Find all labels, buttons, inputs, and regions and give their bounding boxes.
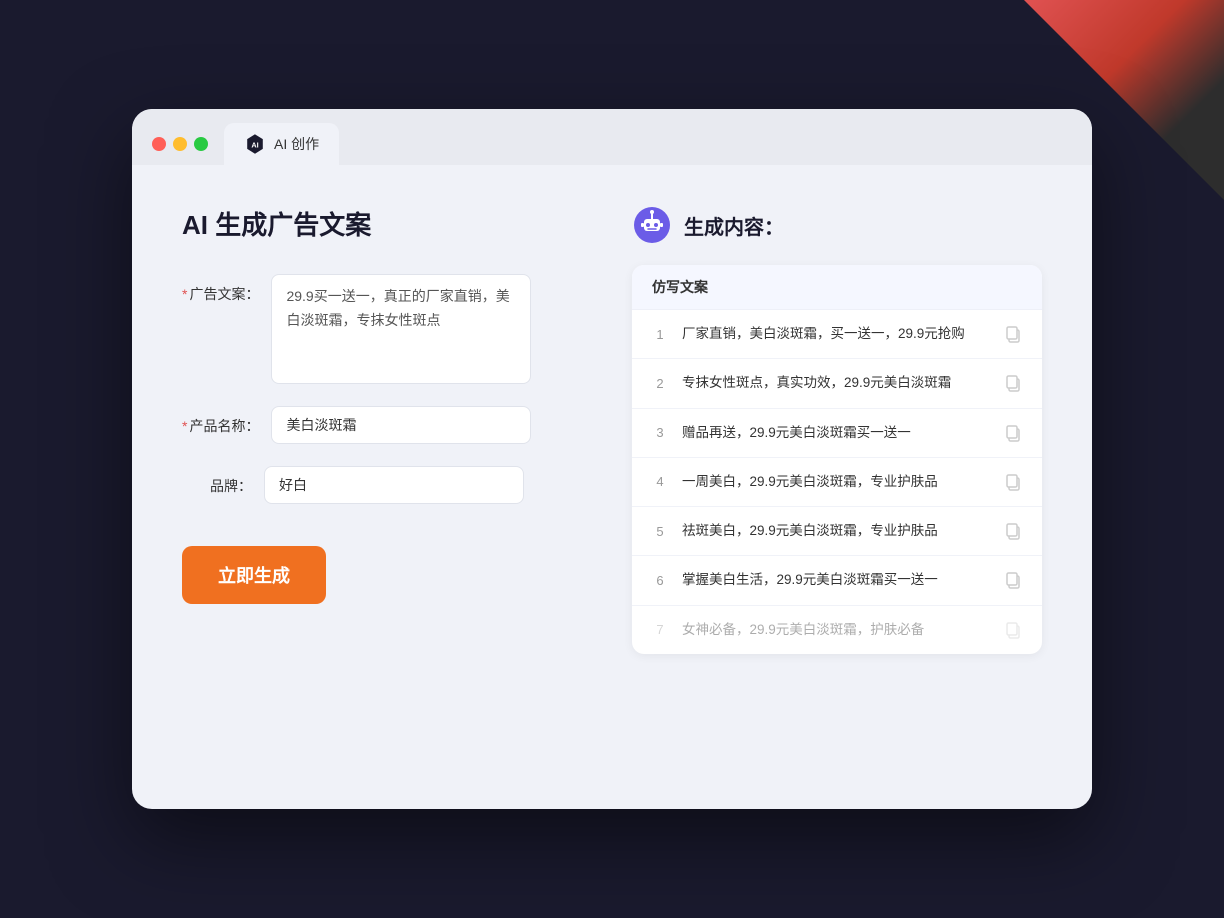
traffic-light-close[interactable] <box>152 137 166 151</box>
traffic-light-maximize[interactable] <box>194 137 208 151</box>
brand-label: 品牌： <box>182 466 252 496</box>
result-item: 4 一周美白，29.9元美白淡斑霜，专业护肤品 <box>632 458 1042 507</box>
ad-copy-required: * <box>182 286 187 302</box>
copy-icon[interactable] <box>1004 621 1022 639</box>
results-box: 仿写文案 1 厂家直销，美白淡斑霜，买一送一，29.9元抢购 2 专抹女性斑点，… <box>632 265 1042 654</box>
results-list: 1 厂家直销，美白淡斑霜，买一送一，29.9元抢购 2 专抹女性斑点，真实功效，… <box>632 310 1042 654</box>
result-number: 6 <box>652 573 668 588</box>
result-text: 一周美白，29.9元美白淡斑霜，专业护肤品 <box>682 472 990 492</box>
browser-tab[interactable]: AI AI 创作 <box>224 123 339 165</box>
product-name-input[interactable] <box>271 406 531 444</box>
result-item: 7 女神必备，29.9元美白淡斑霜，护肤必备 <box>632 606 1042 654</box>
tab-label: AI 创作 <box>274 134 319 154</box>
right-panel: 生成内容： 仿写文案 1 厂家直销，美白淡斑霜，买一送一，29.9元抢购 2 专… <box>632 205 1042 745</box>
brand-input[interactable] <box>264 466 524 504</box>
result-item: 3 赠品再送，29.9元美白淡斑霜买一送一 <box>632 409 1042 458</box>
result-number: 4 <box>652 474 668 489</box>
ai-tab-icon: AI <box>244 133 266 155</box>
browser-content: AI 生成广告文案 *广告文案： 29.9买一送一，真正的厂家直销，美白淡斑霜，… <box>132 165 1092 785</box>
copy-icon[interactable] <box>1004 473 1022 491</box>
result-text: 掌握美白生活，29.9元美白淡斑霜买一送一 <box>682 570 990 590</box>
left-panel: AI 生成广告文案 *广告文案： 29.9买一送一，真正的厂家直销，美白淡斑霜，… <box>182 205 592 745</box>
traffic-lights <box>152 137 208 165</box>
browser-window: AI AI 创作 AI 生成广告文案 *广告文案： 29.9买一送一，真正的厂家… <box>132 109 1092 809</box>
result-number: 2 <box>652 376 668 391</box>
results-header: 仿写文案 <box>632 265 1042 310</box>
result-text: 厂家直销，美白淡斑霜，买一送一，29.9元抢购 <box>682 324 990 344</box>
product-name-label: *产品名称： <box>182 406 259 436</box>
page-title: AI 生成广告文案 <box>182 205 592 242</box>
ad-copy-row: *广告文案： 29.9买一送一，真正的厂家直销，美白淡斑霜，专抹女性斑点 <box>182 274 592 384</box>
copy-icon[interactable] <box>1004 374 1022 392</box>
result-text: 专抹女性斑点，真实功效，29.9元美白淡斑霜 <box>682 373 990 393</box>
browser-chrome: AI AI 创作 <box>132 109 1092 165</box>
copy-icon[interactable] <box>1004 571 1022 589</box>
ad-copy-input[interactable]: 29.9买一送一，真正的厂家直销，美白淡斑霜，专抹女性斑点 <box>271 274 531 384</box>
copy-icon[interactable] <box>1004 522 1022 540</box>
right-panel-title: 生成内容： <box>684 211 784 240</box>
product-name-row: *产品名称： <box>182 406 592 444</box>
ad-copy-label: *广告文案： <box>182 274 259 304</box>
copy-icon[interactable] <box>1004 424 1022 442</box>
traffic-light-minimize[interactable] <box>173 137 187 151</box>
result-number: 7 <box>652 622 668 637</box>
result-number: 1 <box>652 327 668 342</box>
result-item: 2 专抹女性斑点，真实功效，29.9元美白淡斑霜 <box>632 359 1042 408</box>
result-item: 5 祛斑美白，29.9元美白淡斑霜，专业护肤品 <box>632 507 1042 556</box>
result-number: 5 <box>652 524 668 539</box>
copy-icon[interactable] <box>1004 325 1022 343</box>
result-text: 赠品再送，29.9元美白淡斑霜买一送一 <box>682 423 990 443</box>
result-text: 女神必备，29.9元美白淡斑霜，护肤必备 <box>682 620 990 640</box>
result-item: 6 掌握美白生活，29.9元美白淡斑霜买一送一 <box>632 556 1042 605</box>
svg-text:AI: AI <box>251 141 258 150</box>
product-name-required: * <box>182 418 187 434</box>
result-item: 1 厂家直销，美白淡斑霜，买一送一，29.9元抢购 <box>632 310 1042 359</box>
generate-button[interactable]: 立即生成 <box>182 546 326 604</box>
result-number: 3 <box>652 425 668 440</box>
robot-icon <box>632 205 672 245</box>
right-panel-header: 生成内容： <box>632 205 1042 245</box>
brand-row: 品牌： <box>182 466 592 504</box>
result-text: 祛斑美白，29.9元美白淡斑霜，专业护肤品 <box>682 521 990 541</box>
